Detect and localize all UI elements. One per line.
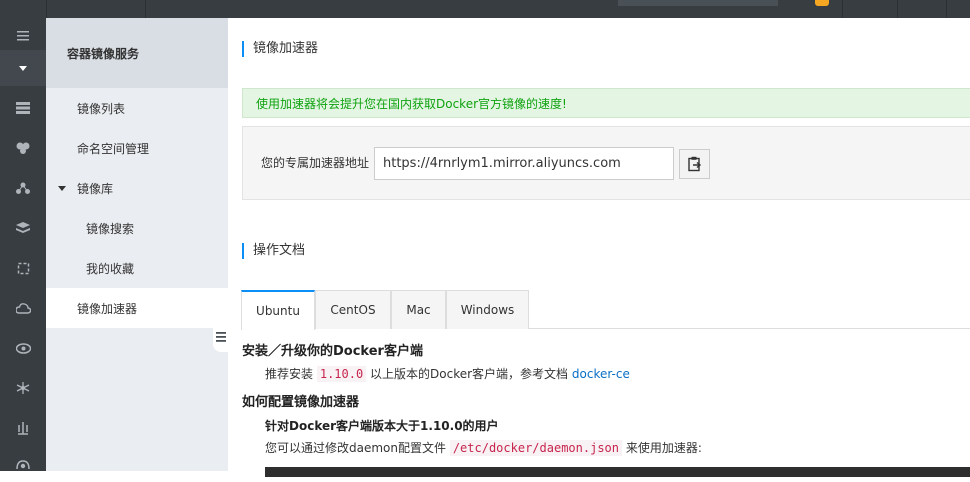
accelerator-panel: 您的专属加速器地址 https://4rnrlym1.mirror.aliyun… (242, 126, 970, 200)
docker-ce-link[interactable]: docker-ce (572, 367, 630, 381)
service-sidebar: 容器镜像服务 镜像列表 命名空间管理 镜像库 镜像搜索 我的收藏 镜像加速器 (46, 18, 228, 471)
eye-icon[interactable] (0, 330, 46, 366)
top-bar-divider (46, 0, 47, 18)
sidebar-item-image-search[interactable]: 镜像搜索 (46, 208, 228, 248)
image-service-icon[interactable] (0, 446, 46, 482)
section-title-accelerator: 镜像加速器 (242, 41, 318, 57)
accelerator-url-field[interactable]: https://4rnrlym1.mirror.aliyuncs.com (374, 147, 674, 180)
collapse-icon (216, 332, 226, 342)
sidebar-item-image-repo[interactable]: 镜像库 (46, 168, 228, 208)
sidebar-item-namespace[interactable]: 命名空间管理 (46, 128, 228, 168)
doc-subheading: 针对Docker客户端版本大于1.10.0的用户 (265, 419, 499, 433)
doc-text: 来使用加速器: (625, 441, 702, 455)
container-icon[interactable] (0, 250, 46, 286)
sidebar-item-label: 命名空间管理 (77, 141, 150, 156)
top-bar-divider (145, 0, 146, 18)
sidebar-item-favorites[interactable]: 我的收藏 (46, 248, 228, 288)
sidebar-item-image-list[interactable]: 镜像列表 (46, 88, 228, 128)
network-icon[interactable] (0, 170, 46, 206)
accelerator-label: 您的专属加速器地址 (261, 156, 370, 170)
clipboard-icon (687, 156, 701, 172)
doc-paragraph-config: 您可以通过修改daemon配置文件 /etc/docker/daemon.jso… (265, 439, 702, 456)
layers-icon[interactable] (0, 210, 46, 246)
tab-centos[interactable]: CentOS (315, 290, 391, 329)
section-title-docs: 操作文档 (242, 243, 305, 259)
doc-heading-config: 如何配置镜像加速器 (242, 395, 360, 410)
sidebar-title: 容器镜像服务 (46, 18, 228, 88)
copy-button[interactable] (679, 149, 710, 179)
graph-icon[interactable] (0, 370, 46, 406)
version-code: 1.10.0 (316, 366, 367, 382)
sidebar-item-label: 镜像库 (77, 181, 114, 196)
top-bar (0, 0, 970, 18)
tab-ubuntu[interactable]: Ubuntu (241, 290, 315, 330)
dropdown-icon[interactable] (0, 50, 46, 86)
menu-icon[interactable] (0, 18, 46, 54)
sidebar-item-label: 镜像搜索 (86, 221, 135, 236)
doc-heading-install: 安装／升级你的Docker客户端 (242, 344, 423, 359)
doc-text: 推荐安装 (265, 367, 314, 381)
cluster-icon[interactable] (0, 130, 46, 166)
doc-text: 您可以通过修改daemon配置文件 (265, 441, 446, 455)
top-bar-divider (946, 0, 947, 18)
tab-mac[interactable]: Mac (391, 290, 446, 329)
caret-down-icon (58, 185, 66, 191)
config-path-code: /etc/docker/daemon.json (449, 440, 622, 456)
os-tabs: Ubuntu CentOS Mac Windows (241, 290, 970, 330)
main-content: 镜像加速器 使用加速器将会提升您在国内获取Docker官方镜像的速度! 您的专属… (228, 18, 970, 477)
code-block (265, 467, 970, 477)
top-bar-divider (842, 0, 843, 18)
notification-badge[interactable] (815, 0, 829, 6)
tab-windows[interactable]: Windows (446, 290, 529, 329)
sidebar-item-label: 镜像加速器 (77, 301, 138, 316)
info-alert: 使用加速器将会提升您在国内获取Docker官方镜像的速度! (242, 88, 970, 118)
server-icon[interactable] (0, 90, 46, 126)
sidebar-item-label: 我的收藏 (86, 261, 135, 276)
collapse-sidebar-button[interactable] (213, 322, 229, 352)
icon-sidebar (0, 18, 46, 471)
top-search-box[interactable] (618, 0, 778, 6)
cloud-icon[interactable] (0, 290, 46, 326)
doc-text: 以上版本的Docker客户端，参考文档 (370, 367, 569, 381)
sidebar-item-label: 镜像列表 (77, 101, 126, 116)
balance-icon[interactable] (0, 410, 46, 446)
doc-paragraph-install: 推荐安装 1.10.0 以上版本的Docker客户端，参考文档 docker-c… (265, 365, 630, 382)
top-bar-divider (897, 0, 898, 18)
sidebar-item-accelerator[interactable]: 镜像加速器 (46, 288, 228, 328)
